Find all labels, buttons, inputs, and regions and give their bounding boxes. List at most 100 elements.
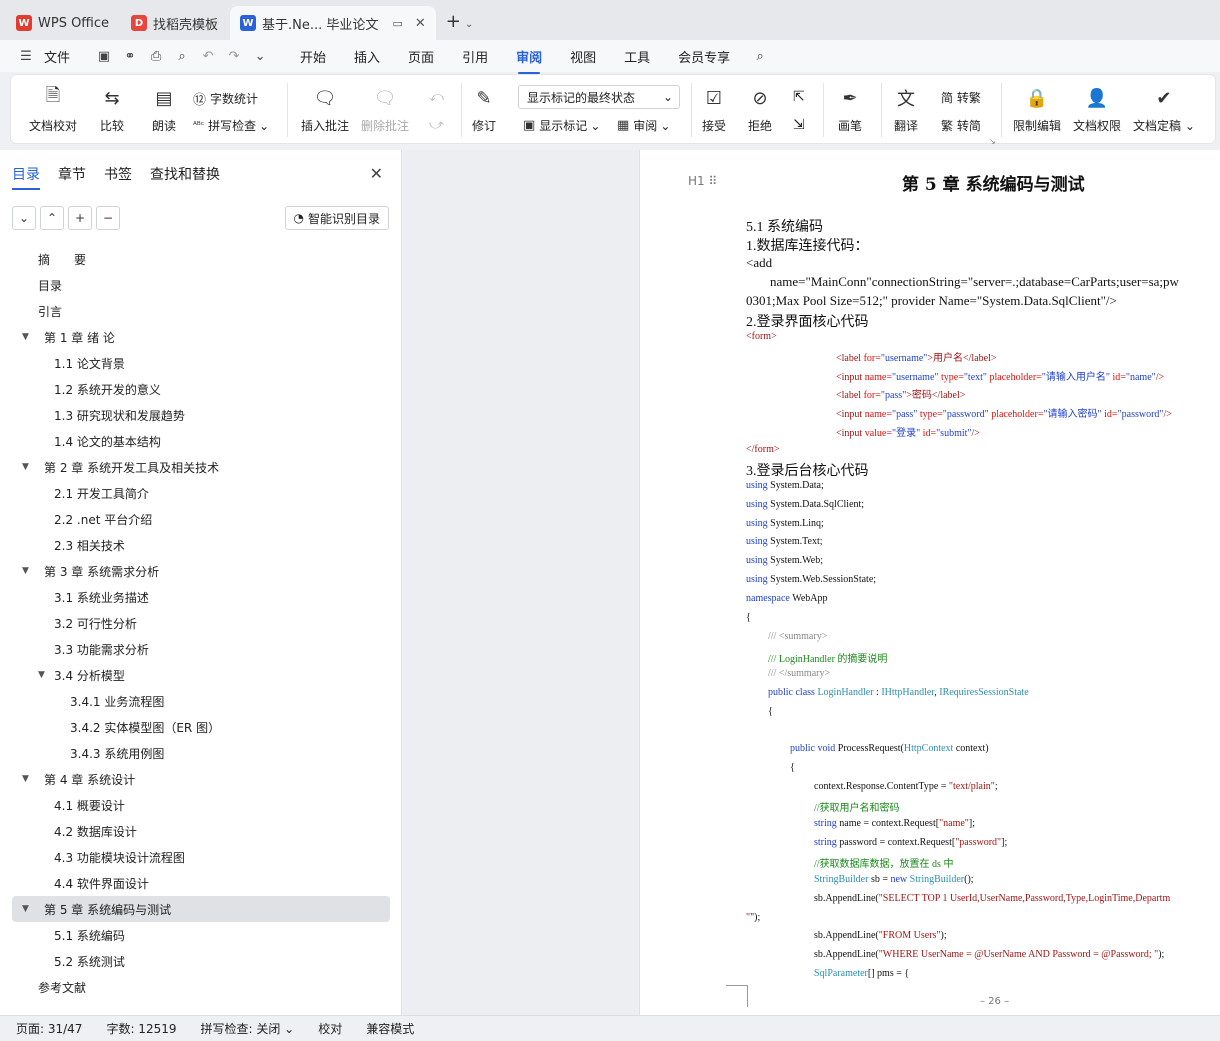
doc-check-button[interactable]: 🗎 文档校对	[29, 85, 77, 134]
tab-docer[interactable]: D 找稻壳模板	[121, 6, 229, 40]
chevron-down-icon[interactable]: ⌄	[252, 48, 268, 64]
insert-comment-button[interactable]: 🗨 插入批注	[301, 85, 349, 134]
file-menu[interactable]: ☰ 文件	[18, 47, 70, 66]
proofread-status[interactable]: 校对	[318, 1020, 342, 1037]
toc-item[interactable]: 3.2 可行性分析	[12, 610, 390, 636]
restrict-edit-button[interactable]: 🔒 限制编辑	[1013, 85, 1061, 134]
tab-start[interactable]: 开始	[300, 41, 326, 72]
toc-item[interactable]: 1.1 论文背景	[12, 350, 390, 376]
tab-reference[interactable]: 引用	[462, 41, 488, 72]
toc-item[interactable]: 5.1 系统编码	[12, 922, 390, 948]
print-preview-icon[interactable]: ⌕	[174, 48, 190, 64]
toc-item[interactable]: 摘 要	[12, 246, 390, 272]
toc-item[interactable]: ▼ 第 4 章 系统设计	[12, 766, 390, 792]
track-changes-button[interactable]: ✎ 修订	[471, 85, 497, 134]
expand-caret-icon[interactable]: ▼	[22, 566, 29, 576]
next-change-icon[interactable]: ⇲	[793, 117, 805, 133]
toc-item[interactable]: ▼ 第 2 章 系统开发工具及相关技术	[12, 454, 390, 480]
expand-caret-icon[interactable]: ▼	[22, 904, 29, 914]
to-traditional-button[interactable]: 简 转繁	[941, 89, 981, 106]
toc-item[interactable]: ▼ 第 1 章 绪 论	[12, 324, 390, 350]
nav-tab-bookmarks[interactable]: 书签	[104, 164, 132, 190]
toc-item[interactable]: 2.3 相关技术	[12, 532, 390, 558]
toc-item[interactable]: 4.1 概要设计	[12, 792, 390, 818]
expand-caret-icon[interactable]: ▼	[22, 462, 29, 472]
to-simplified-button[interactable]: 繁 转简	[941, 117, 981, 134]
toc-item[interactable]: 3.4.1 业务流程图	[12, 688, 390, 714]
search-icon[interactable]: ⌕	[752, 48, 768, 64]
toc-item[interactable]: ▼ 3.4 分析模型	[12, 662, 390, 688]
expand-caret-icon[interactable]: ▼	[38, 670, 45, 680]
toc-item[interactable]: ▼ 第 3 章 系统需求分析	[12, 558, 390, 584]
pen-button[interactable]: ✒ 画笔	[837, 85, 863, 134]
previous-change-icon[interactable]: ⇱	[793, 89, 805, 105]
window-mode-icon[interactable]: ▭	[392, 17, 402, 30]
toc-item[interactable]: 参考文献	[12, 974, 390, 1000]
doc-finalize-button[interactable]: ✔ 文档定稿 ⌄	[1133, 85, 1195, 134]
collapse-all-button[interactable]: ⌃	[40, 206, 64, 230]
doc-permission-button[interactable]: 👤 文档权限	[1073, 85, 1121, 134]
toc-item[interactable]: 3.4.3 系统用例图	[12, 740, 390, 766]
toc-item[interactable]: 目录	[12, 272, 390, 298]
remove-heading-button[interactable]: −	[96, 206, 120, 230]
read-aloud-button[interactable]: ▤ 朗读	[151, 85, 177, 134]
toc-item[interactable]: ▼ 第 5 章 系统编码与测试	[12, 896, 390, 922]
document-page[interactable]: H1 ⠿ 第 5 章 系统编码与测试 5.1 系统编码 1.数据库连接代码： <…	[639, 150, 1220, 1015]
word-count-button[interactable]: ⑫ 字数统计	[193, 89, 258, 108]
compare-button[interactable]: ⇆ 比较	[99, 85, 125, 134]
markup-state-select[interactable]: 显示标记的最终状态 ⌄	[518, 85, 680, 109]
toc-item[interactable]: 3.4.2 实体模型图（ER 图）	[12, 714, 390, 740]
expand-caret-icon[interactable]: ▼	[22, 774, 29, 784]
tab-tools[interactable]: 工具	[624, 41, 650, 72]
undo-icon[interactable]: ↶	[200, 48, 216, 64]
smart-toc-button[interactable]: ◔ 智能识别目录	[284, 206, 389, 230]
share-icon[interactable]: ⚭	[122, 48, 138, 64]
tab-view[interactable]: 视图	[570, 41, 596, 72]
tab-document[interactable]: W 基于.Ne... 毕业论文 ▭ ✕	[230, 6, 436, 40]
word-count-indicator[interactable]: 字数: 12519	[106, 1020, 176, 1037]
toc-item[interactable]: 1.2 系统开发的意义	[12, 376, 390, 402]
nav-tab-find-replace[interactable]: 查找和替换	[150, 164, 220, 190]
tab-insert[interactable]: 插入	[354, 41, 380, 72]
nav-tab-toc[interactable]: 目录	[12, 164, 40, 190]
tab-page[interactable]: 页面	[408, 41, 434, 72]
toc-item[interactable]: 4.4 软件界面设计	[12, 870, 390, 896]
heading-marker[interactable]: H1 ⠿	[688, 174, 717, 188]
close-icon[interactable]: ✕	[415, 16, 426, 31]
print-icon[interactable]: ⎙	[148, 48, 164, 64]
toc-item[interactable]: 引言	[12, 298, 390, 324]
new-tab-icon[interactable]: +	[446, 11, 461, 32]
save-icon[interactable]: ▣	[96, 48, 112, 64]
show-markup-button[interactable]: ▣ 显示标记 ⌄	[523, 117, 600, 134]
accept-button[interactable]: ☑ 接受	[701, 85, 727, 134]
next-comment-icon[interactable]: ⤻	[429, 117, 444, 133]
toc-item[interactable]: 1.4 论文的基本结构	[12, 428, 390, 454]
close-icon[interactable]: ✕	[370, 164, 383, 183]
review-pane-button[interactable]: ▦ 审阅 ⌄	[617, 117, 670, 134]
spell-check-button[interactable]: ᴬᴮᶜ 拼写检查 ⌄	[193, 117, 269, 134]
page-indicator[interactable]: 页面: 31/47	[16, 1020, 82, 1037]
toc-item[interactable]: 3.3 功能需求分析	[12, 636, 390, 662]
expand-icon[interactable]: ↘	[989, 137, 996, 146]
toc-item[interactable]: 3.1 系统业务描述	[12, 584, 390, 610]
expand-all-button[interactable]: ⌄	[12, 206, 36, 230]
expand-caret-icon[interactable]: ▼	[22, 332, 29, 342]
add-heading-button[interactable]: +	[68, 206, 92, 230]
delete-comment-button[interactable]: 🗨 删除批注	[361, 85, 409, 134]
reject-button[interactable]: ⊘ 拒绝	[747, 85, 773, 134]
toc-item[interactable]: 1.3 研究现状和发展趋势	[12, 402, 390, 428]
tab-member[interactable]: 会员专享	[678, 41, 730, 72]
toc-item[interactable]: 2.2 .net 平台介绍	[12, 506, 390, 532]
redo-icon[interactable]: ↷	[226, 48, 242, 64]
tab-wps-office[interactable]: W WPS Office	[6, 6, 120, 40]
tab-review[interactable]: 审阅	[516, 41, 542, 74]
toc-item[interactable]: 5.2 系统测试	[12, 948, 390, 974]
translate-button[interactable]: 文 翻译	[893, 85, 919, 134]
chevron-down-icon[interactable]: ⌄	[465, 19, 473, 30]
toc-item[interactable]: 4.2 数据库设计	[12, 818, 390, 844]
nav-tab-sections[interactable]: 章节	[58, 164, 86, 190]
toc-item[interactable]: 2.1 开发工具简介	[12, 480, 390, 506]
previous-comment-icon[interactable]: ⤺	[429, 89, 444, 105]
spell-check-status[interactable]: 拼写检查: 关闭 ⌄	[201, 1020, 295, 1037]
toc-item[interactable]: 4.3 功能模块设计流程图	[12, 844, 390, 870]
